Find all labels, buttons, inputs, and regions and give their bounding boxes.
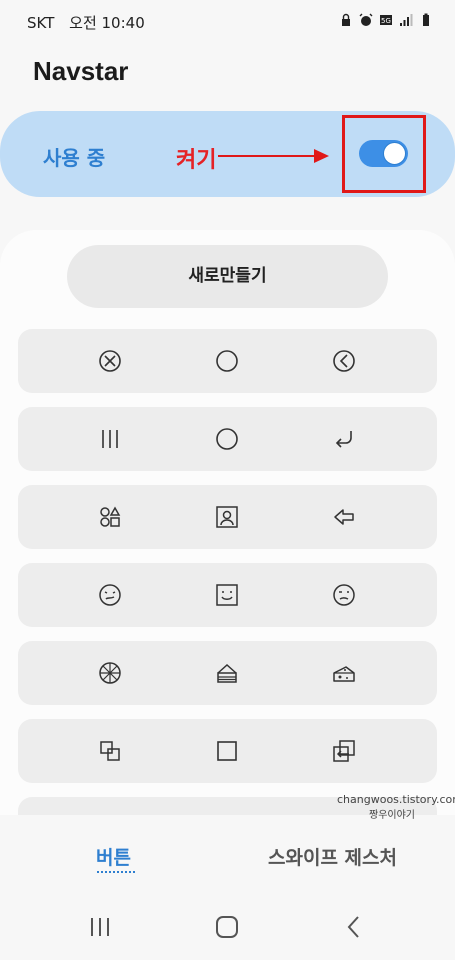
home-nav-icon[interactable] — [214, 912, 240, 942]
button-set-row[interactable] — [18, 641, 437, 705]
circle-icon — [215, 427, 239, 451]
overlap-squares-icon — [98, 739, 122, 763]
status-bar: SKT 오전 10:40 5G — [0, 0, 455, 44]
circle-x-icon — [98, 349, 122, 373]
square-icon — [215, 739, 239, 763]
cheese-icon — [332, 661, 356, 685]
face-unsure-icon — [98, 583, 122, 607]
back-nav-icon[interactable] — [342, 912, 366, 942]
toggle-label: 사용 중 — [43, 146, 106, 170]
enable-switch[interactable] — [359, 140, 408, 167]
battery-icon — [423, 13, 429, 26]
active-tab-indicator — [97, 871, 135, 873]
button-set-row[interactable] — [18, 485, 437, 549]
page-title: Navstar — [33, 56, 129, 86]
switch-knob — [383, 142, 406, 165]
circle-back-icon — [332, 349, 356, 373]
watermark-url: changwoos.tistory.com — [337, 793, 455, 806]
exit-box-icon — [332, 739, 356, 763]
recents-nav-icon[interactable] — [88, 912, 112, 942]
button-set-row[interactable] — [18, 719, 437, 783]
5g-icon: 5G — [380, 15, 392, 25]
alarm-icon — [359, 13, 373, 26]
tab-buttons[interactable]: 버튼 — [96, 843, 131, 870]
create-new-button[interactable]: 새로만들기 — [67, 245, 388, 308]
annotation-text: 켜기 — [176, 148, 217, 173]
portrait-icon — [215, 505, 239, 529]
button-set-row[interactable] — [18, 329, 437, 393]
face-smile-square-icon — [215, 583, 239, 607]
cake-icon — [215, 661, 239, 685]
recents-icon — [98, 427, 122, 451]
button-set-row[interactable] — [18, 407, 437, 471]
annotation-arrow-icon — [218, 149, 329, 163]
svg-text:5G: 5G — [381, 17, 391, 25]
button-set-row[interactable] — [18, 563, 437, 627]
shapes-icon — [98, 505, 122, 529]
watermark-name: 짱우이야기 — [369, 810, 415, 821]
clock: 오전 10:40 — [69, 14, 145, 32]
pizza-icon — [98, 661, 122, 685]
lock-status-icon — [342, 13, 350, 26]
carrier-label: SKT — [27, 14, 55, 32]
face-wink-icon — [332, 583, 356, 607]
arrow-left-icon — [332, 505, 356, 529]
signal-icon — [400, 14, 413, 26]
tab-swipe-gestures[interactable]: 스와이프 제스처 — [268, 843, 397, 870]
circle-icon — [215, 349, 239, 373]
return-arrow-icon — [332, 427, 356, 451]
